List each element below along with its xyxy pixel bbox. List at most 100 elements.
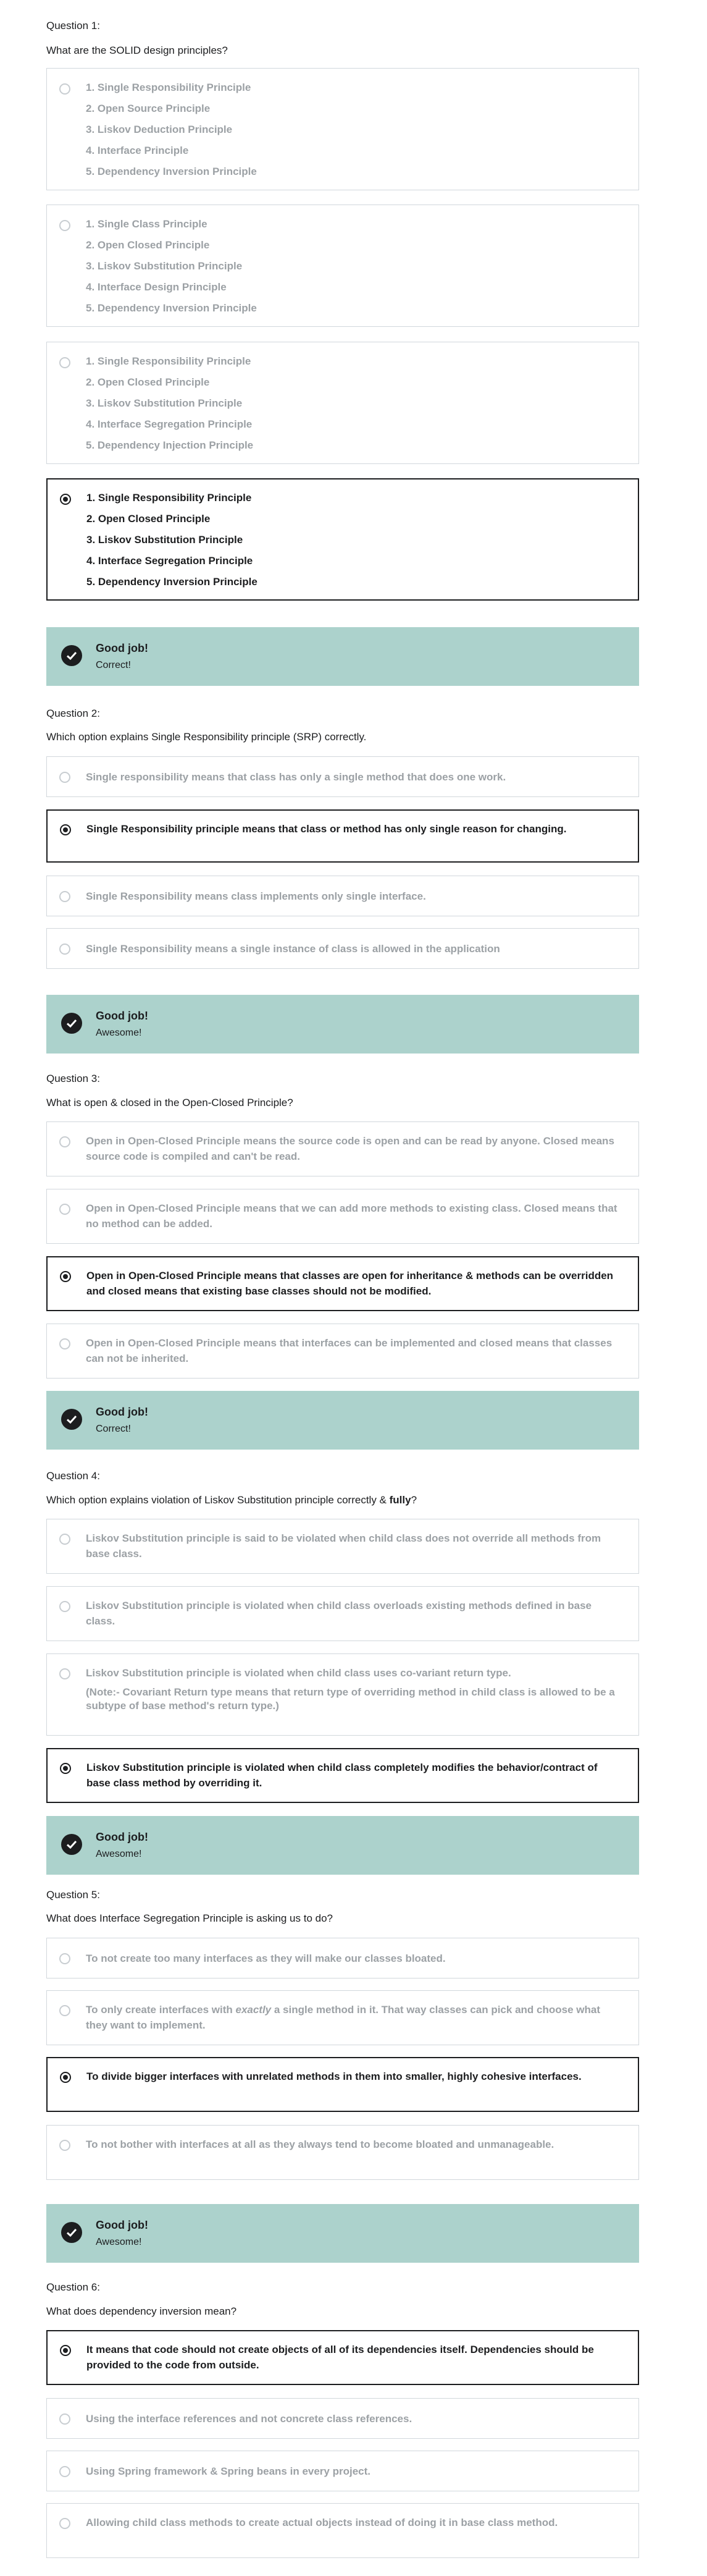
question-text: What is open & closed in the Open-Closed… [46,1097,293,1109]
check-circle-icon [61,645,82,666]
radio-icon[interactable] [60,1763,71,1774]
radio-icon[interactable] [60,824,71,835]
answer-option[interactable]: Liskov Substitution principle is violate… [46,1653,639,1736]
radio-icon[interactable] [59,83,70,95]
feedback-message: Awesome! [96,1028,142,1038]
option-text-part: To only create interfaces with [86,2004,236,2016]
feedback-title: Good job! [96,1406,148,1418]
answer-option[interactable]: Using Spring framework & Spring beans in… [46,2451,639,2491]
question-number: Question 4: [46,1470,100,1482]
option-line: 5. Dependency Inversion Principle [86,576,257,588]
option-text: To not create too many interfaces as the… [86,1953,446,1964]
answer-option[interactable]: Single Responsibility means class implem… [46,876,639,916]
radio-icon[interactable] [60,2345,71,2356]
answer-option[interactable]: Allowing child class methods to create a… [46,2503,639,2558]
radio-icon[interactable] [59,357,70,368]
answer-option-selected[interactable]: It means that code should not create obj… [46,2330,639,2385]
option-line: 1. Single Responsibility Principle [86,492,252,504]
answer-option[interactable]: Liskov Substitution principle is said to… [46,1519,639,1574]
radio-icon[interactable] [60,1271,71,1282]
question-text: What does dependency inversion mean? [46,2305,237,2317]
feedback-title: Good job! [96,642,148,654]
answer-option[interactable]: To not bother with interfaces at all as … [46,2125,639,2180]
answer-option[interactable]: Open in Open-Closed Principle means the … [46,1121,639,1176]
answer-option-selected[interactable]: 1. Single Responsibility Principle 2. Op… [46,478,639,601]
option-text: Liskov Substitution principle is violate… [86,1600,592,1627]
option-line: 4. Interface Segregation Principle [86,555,253,567]
question-text: Which option explains violation of Lisko… [46,1494,417,1506]
question-text-emphasis: fully [389,1494,411,1506]
feedback-banner: Good job! Awesome! [46,2204,639,2263]
answer-option-selected[interactable]: Single Responsibility principle means th… [46,809,639,863]
option-line: 3. Liskov Substitution Principle [86,534,243,546]
radio-icon[interactable] [59,1953,70,1964]
radio-icon[interactable] [59,944,70,955]
answer-option[interactable]: To only create interfaces with exactly a… [46,1990,639,2045]
radio-icon[interactable] [59,1204,70,1215]
option-text: Using the interface references and not c… [86,2413,412,2425]
quiz-results-page: Question 1: What are the SOLID design pr… [0,0,707,2576]
option-note: (Note:- Covariant Return type means that… [86,1686,615,1712]
answer-option-selected[interactable]: Open in Open-Closed Principle means that… [46,1256,639,1311]
radio-icon[interactable] [60,494,71,505]
answer-option[interactable]: Open in Open-Closed Principle means that… [46,1324,639,1379]
question-number: Question 5: [46,1889,100,1901]
answer-option-selected[interactable]: Liskov Substitution principle is violate… [46,1748,639,1803]
radio-icon[interactable] [59,2140,70,2151]
option-line: 1. Single Responsibility Principle [86,82,251,93]
answer-option[interactable]: Open in Open-Closed Principle means that… [46,1189,639,1244]
radio-icon[interactable] [60,2072,71,2083]
option-text: Single Responsibility means a single ins… [86,943,500,955]
radio-icon[interactable] [59,1534,70,1545]
question-text: What are the SOLID design principles? [46,44,228,56]
option-text: Open in Open-Closed Principle means that… [86,1337,613,1364]
check-circle-icon [61,2222,82,2243]
answer-option[interactable]: 1. Single Responsibility Principle 2. Op… [46,342,639,464]
radio-icon[interactable] [59,2518,70,2529]
radio-icon[interactable] [59,891,70,902]
option-line: 5. Dependency Inversion Principle [86,166,257,177]
radio-icon[interactable] [59,2466,70,2477]
radio-icon[interactable] [59,1668,70,1679]
question-number: Question 6: [46,2281,100,2293]
radio-icon[interactable] [59,2005,70,2016]
radio-icon[interactable] [59,1601,70,1612]
feedback-banner: Good job! Awesome! [46,1816,639,1875]
question-number: Question 3: [46,1073,100,1084]
option-line: 4. Interface Principle [86,145,189,156]
radio-icon[interactable] [59,1136,70,1147]
option-text: Allowing child class methods to create a… [86,2517,558,2528]
feedback-banner: Good job! Correct! [46,627,639,686]
check-circle-icon [61,1013,82,1034]
answer-option[interactable]: Single responsibility means that class h… [46,756,639,797]
question-number: Question 1: [46,20,100,32]
option-text: Single Responsibility principle means th… [86,823,567,835]
option-text: Using Spring framework & Spring beans in… [86,2465,371,2477]
radio-icon[interactable] [59,772,70,783]
option-text-emphasis: exactly [235,2004,272,2016]
answer-option[interactable]: 1. Single Class Principle 2. Open Closed… [46,205,639,327]
option-text: Single Responsibility means class implem… [86,890,426,902]
option-line: 2. Open Source Principle [86,103,211,114]
question-text: What does Interface Segregation Principl… [46,1912,333,1924]
feedback-title: Good job! [96,2219,148,2231]
option-line: 3. Liskov Deduction Principle [86,124,233,135]
question-text-part: ? [411,1494,417,1506]
option-text: It means that code should not create obj… [86,2344,594,2371]
radio-icon[interactable] [59,1338,70,1349]
answer-option[interactable]: To not create too many interfaces as the… [46,1938,639,1978]
radio-icon[interactable] [59,220,70,231]
feedback-message: Awesome! [96,2237,142,2247]
option-text: Open in Open-Closed Principle means the … [86,1135,614,1162]
answer-option-selected[interactable]: To divide bigger interfaces with unrelat… [46,2057,639,2112]
answer-option[interactable]: Using the interface references and not c… [46,2398,639,2439]
feedback-title: Good job! [96,1831,148,1843]
answer-option[interactable]: Single Responsibility means a single ins… [46,928,639,969]
answer-option[interactable]: Liskov Substitution principle is violate… [46,1586,639,1641]
option-line: 5. Dependency Inversion Principle [86,302,257,314]
radio-icon[interactable] [59,2413,70,2425]
option-line: 3. Liskov Substitution Principle [86,260,243,272]
option-line: 2. Open Closed Principle [86,513,211,525]
option-text: Liskov Substitution principle is said to… [86,1532,601,1560]
answer-option[interactable]: 1. Single Responsibility Principle 2. Op… [46,68,639,190]
